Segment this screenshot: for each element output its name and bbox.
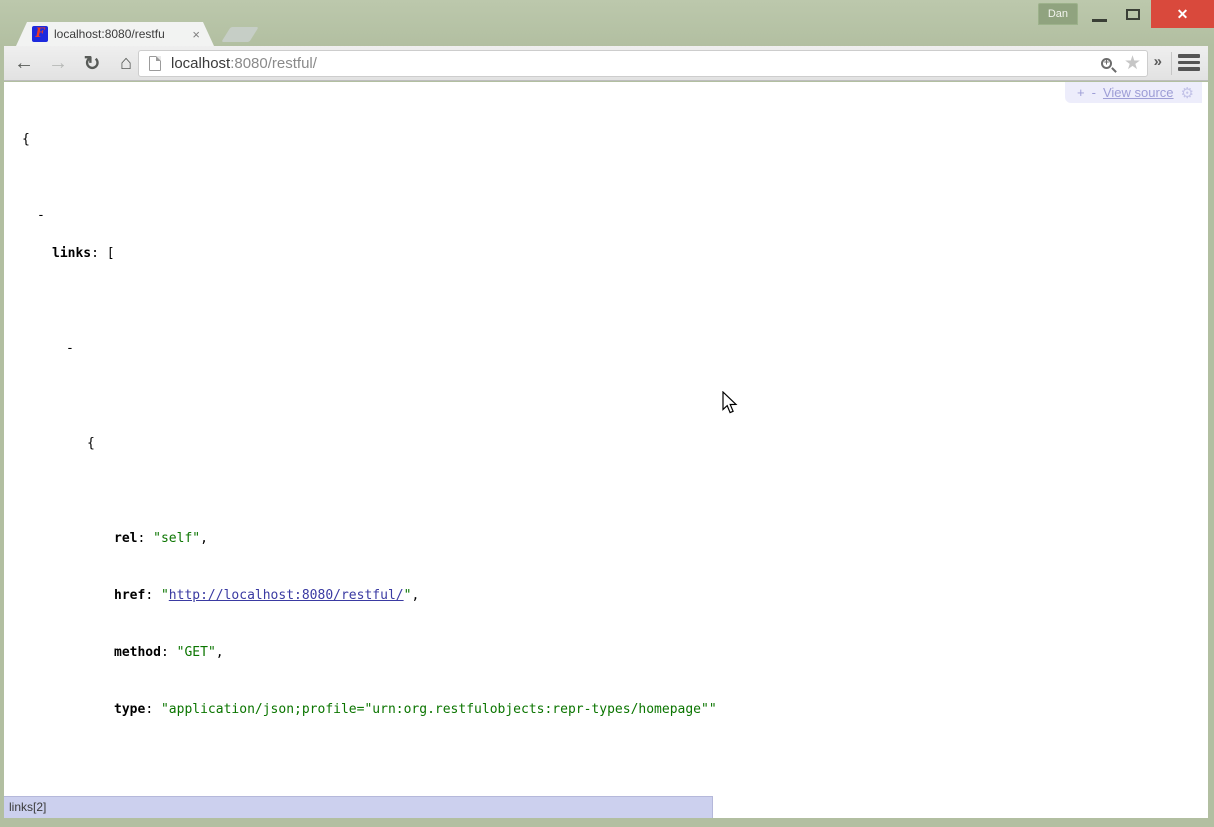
menu-button[interactable] xyxy=(1178,54,1200,71)
url-text[interactable]: localhost:8080/restful/ xyxy=(171,55,1101,72)
home-button[interactable]: ⌂ xyxy=(114,52,138,75)
refresh-button[interactable]: ↻ xyxy=(80,51,104,76)
page-content: + - View source ⚙ { -links: [ - { rel: "… xyxy=(4,82,1208,818)
tab-title: localhost:8080/restfu xyxy=(54,27,190,41)
minimize-button[interactable] xyxy=(1082,0,1116,28)
address-bar[interactable]: localhost:8080/restful/ ★ xyxy=(138,50,1148,77)
tab-close-icon[interactable]: × xyxy=(192,28,200,41)
restful-objects-favicon: F xyxy=(32,26,48,42)
maximize-button[interactable] xyxy=(1116,0,1150,28)
links-array-open: -links: [ xyxy=(52,244,1208,263)
page-icon[interactable] xyxy=(149,56,161,71)
browser-toolbar: ← → ↻ ⌂ localhost:8080/restful/ ★ » xyxy=(4,46,1208,81)
type-property: type: "application/json;profile="urn:org… xyxy=(114,700,717,719)
close-button[interactable]: ✕ xyxy=(1151,0,1214,28)
restful-home-link[interactable]: http://localhost:8080/restful/ xyxy=(169,588,404,603)
bookmark-star-icon[interactable]: ★ xyxy=(1124,54,1141,73)
href-property: href: "http://localhost:8080/restful/", xyxy=(114,586,717,605)
forward-button[interactable]: → xyxy=(46,52,70,75)
back-button[interactable]: ← xyxy=(12,52,36,75)
extensions-overflow-icon[interactable]: » xyxy=(1154,53,1162,70)
json-document: { -links: [ - { rel: "self", href: "http… xyxy=(4,92,1208,818)
method-property: method: "GET", xyxy=(114,643,717,662)
root-open: { xyxy=(22,130,1208,149)
zoom-icon[interactable] xyxy=(1101,58,1112,69)
new-tab-button[interactable] xyxy=(221,27,258,42)
browser-tab[interactable]: F localhost:8080/restfu × xyxy=(16,22,214,46)
minimize-icon xyxy=(1092,19,1107,22)
collapse-object-toggle[interactable]: - xyxy=(66,339,78,358)
profile-button[interactable]: Dan xyxy=(1038,3,1078,25)
maximize-icon xyxy=(1126,9,1140,20)
rel-property: rel: "self", xyxy=(114,529,717,548)
toolbar-separator xyxy=(1171,52,1172,75)
titlebar: F localhost:8080/restfu × Dan ✕ xyxy=(0,0,1214,46)
json-path-statusbar: links[2] xyxy=(4,796,713,818)
json-link-object-self: - { rel: "self", href: "http://localhost… xyxy=(81,339,1208,818)
browser-window: F localhost:8080/restfu × Dan ✕ ← → ↻ ⌂ … xyxy=(0,0,1214,827)
collapse-links-toggle[interactable]: - xyxy=(37,206,49,225)
